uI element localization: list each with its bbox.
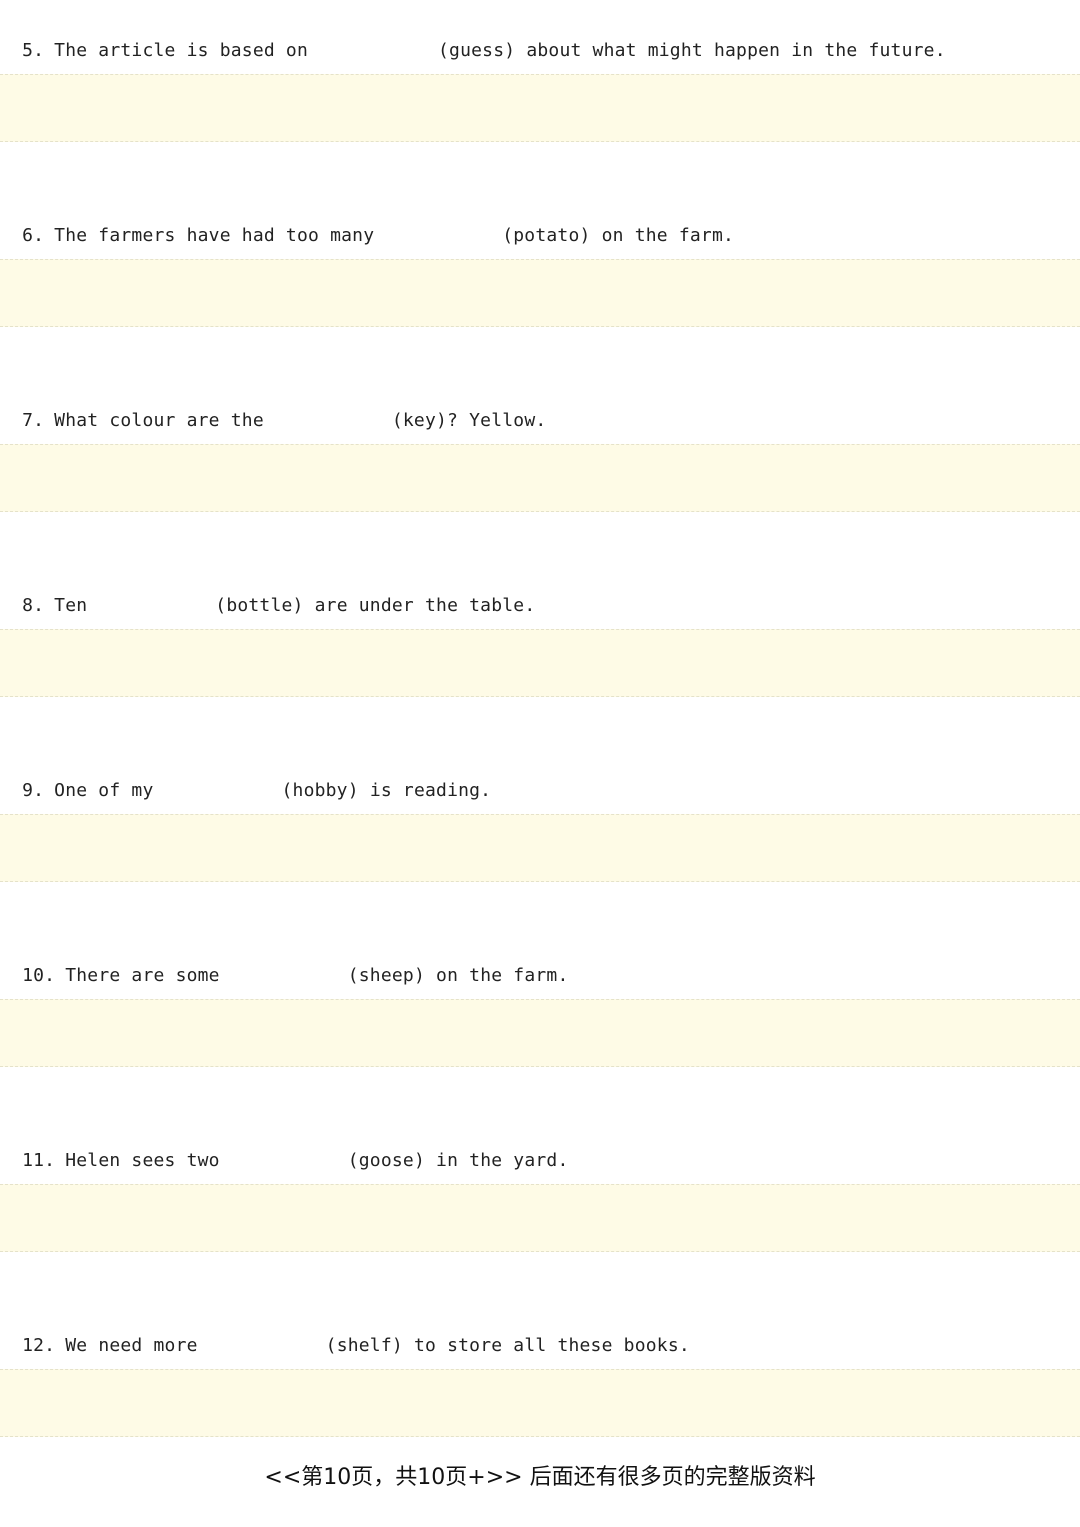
question-text-before: We need more: [65, 1335, 198, 1356]
answer-box-12[interactable]: [0, 1369, 1080, 1437]
question-text-after: on the farm.: [601, 225, 735, 246]
question-text-before: Helen sees two: [65, 1150, 220, 1171]
hint-word: (potato): [502, 225, 591, 246]
hint-word: (sheep): [347, 965, 425, 986]
question-text-before: Ten: [54, 595, 88, 616]
question-number: 12.: [22, 1335, 56, 1356]
question-8: 8. Ten (bottle) are under the table.: [0, 555, 535, 616]
page-footer: <<第10页，共10页+>> 后面还有很多页的完整版资料: [264, 1465, 816, 1490]
question-5: 5. The article is based on (guess) about w…: [0, 0, 946, 61]
question-10: 10. There are some (sheep) on the farm.: [0, 925, 569, 986]
hint-word: (shelf): [325, 1335, 403, 1356]
answer-box-6[interactable]: [0, 259, 1080, 327]
hint-word: (hobby): [281, 780, 359, 801]
question-text-before: The farmers have had too many: [54, 225, 375, 246]
question-number: 10.: [22, 965, 56, 986]
question-text-after: are under the table.: [314, 595, 536, 616]
question-6: 6. The farmers have had too many (potato) …: [0, 185, 734, 246]
question-text-after: Yellow.: [469, 410, 547, 431]
question-text-before: What colour are the: [54, 410, 264, 431]
question-text-after: on the farm.: [436, 965, 569, 986]
answer-box-9[interactable]: [0, 814, 1080, 882]
hint-word: (goose): [347, 1150, 425, 1171]
question-text-after: to store all these books.: [413, 1335, 690, 1356]
question-text-before: One of my: [54, 780, 154, 801]
answer-box-11[interactable]: [0, 1184, 1080, 1252]
question-text-before: The article is based on: [54, 40, 309, 61]
question-7: 7. What colour are the (key)? Yellow.: [0, 370, 546, 431]
answer-box-10[interactable]: [0, 999, 1080, 1067]
question-text-after: in the yard.: [436, 1150, 569, 1171]
answer-box-7[interactable]: [0, 444, 1080, 512]
question-text-after: is reading.: [369, 780, 492, 801]
answer-box-8[interactable]: [0, 629, 1080, 697]
question-number: 5.: [22, 40, 45, 61]
question-number: 9.: [22, 780, 45, 801]
question-number: 7.: [22, 410, 45, 431]
question-12: 12. We need more (shelf) to store all thes…: [0, 1295, 690, 1356]
hint-word: (key)?: [391, 410, 459, 431]
question-number: 6.: [22, 225, 45, 246]
question-9: 9. One of my (hobby) is reading.: [0, 740, 491, 801]
hint-word: (bottle): [215, 595, 304, 616]
question-number: 11.: [22, 1150, 56, 1171]
question-number: 8.: [22, 595, 45, 616]
answer-box-5[interactable]: [0, 74, 1080, 142]
hint-word: (guess): [438, 40, 516, 61]
question-text-before: There are some: [65, 965, 220, 986]
question-text-after: about what might happen in the future.: [526, 40, 946, 61]
question-11: 11. Helen sees two (goose) in the yard.: [0, 1110, 569, 1171]
